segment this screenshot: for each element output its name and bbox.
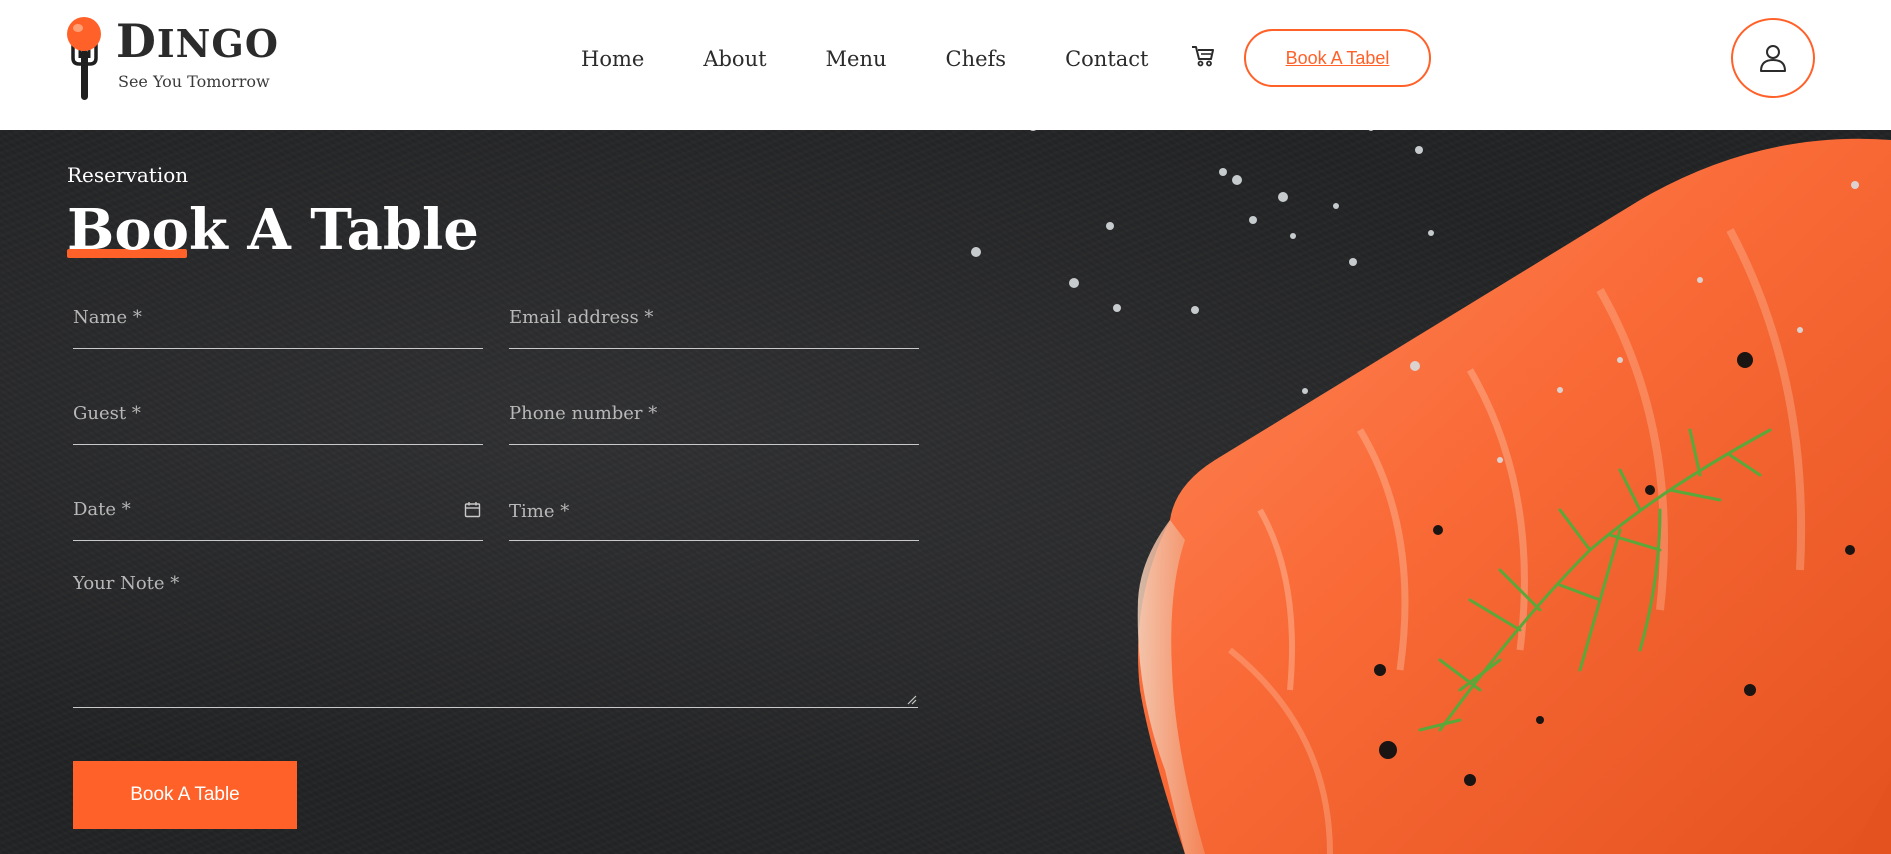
resize-grip-icon[interactable] — [907, 695, 917, 705]
book-table-submit-button[interactable]: Book A Table — [73, 761, 297, 829]
nav-menu[interactable]: Menu — [826, 47, 887, 71]
user-account-button[interactable] — [1731, 18, 1815, 98]
cart-icon[interactable] — [1190, 44, 1216, 68]
nav-contact[interactable]: Contact — [1065, 47, 1148, 71]
nav-about[interactable]: About — [703, 47, 766, 71]
brand-logo[interactable]: DINGO See You Tomorrow — [64, 14, 284, 104]
phone-input[interactable] — [509, 403, 919, 424]
brand-tagline: See You Tomorrow — [118, 72, 270, 91]
time-field — [509, 485, 919, 541]
brand-name: DINGO — [116, 14, 279, 68]
nav-home[interactable]: Home — [581, 47, 644, 71]
fork-logo-icon — [67, 17, 101, 100]
name-input[interactable] — [73, 307, 483, 328]
section-eyebrow: Reservation — [67, 163, 189, 187]
email-input[interactable] — [509, 307, 919, 328]
note-textarea[interactable] — [73, 573, 918, 707]
date-input[interactable] — [73, 499, 483, 520]
guest-input[interactable] — [73, 403, 483, 424]
reservation-section: Reservation Book A Table Book A Table — [0, 130, 1891, 854]
nav-chefs[interactable]: Chefs — [946, 47, 1007, 71]
main-nav: Home About Menu Chefs Contact — [581, 44, 1149, 74]
user-icon — [1760, 45, 1786, 72]
section-title: Book A Table — [67, 197, 479, 263]
calendar-icon[interactable] — [464, 501, 481, 518]
email-field — [509, 293, 919, 349]
book-table-nav-button[interactable]: Book A Tabel — [1244, 29, 1431, 87]
phone-field — [509, 389, 919, 445]
guest-field — [73, 389, 483, 445]
time-input[interactable] — [509, 501, 919, 522]
name-field — [73, 293, 483, 349]
site-header: DINGO See You Tomorrow Home About Menu C… — [0, 0, 1891, 130]
note-field — [73, 573, 918, 708]
date-field — [73, 485, 483, 541]
